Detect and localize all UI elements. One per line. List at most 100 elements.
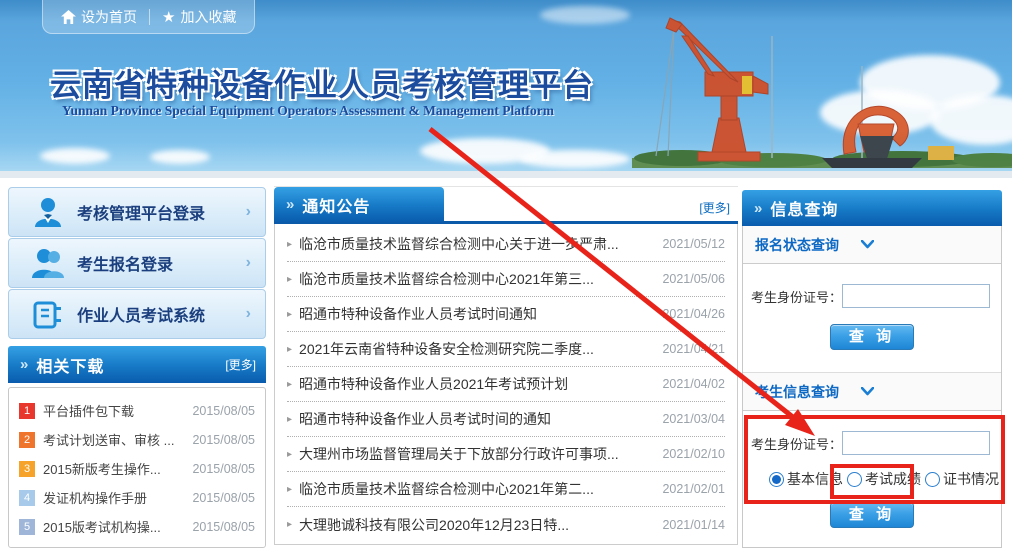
radio-certificate-status[interactable]: 证书情况	[925, 469, 999, 489]
banner: 设为首页 ★ 加入收藏 云南省特种设备作业人员考核管理平台 Yunnan Pro…	[0, 0, 1012, 178]
download-item-date: 2015/08/05	[192, 491, 255, 505]
section-title: 考生信息查询	[755, 382, 839, 402]
set-home-label: 设为首页	[81, 7, 137, 27]
notices-list: ▸ 临沧市质量技术监督综合检测中心关于进一步严肃... 2021/05/12 ▸…	[274, 224, 738, 545]
notice-item-date: 2021/02/10	[652, 447, 725, 461]
notice-item-date: 2021/04/26	[652, 307, 725, 321]
download-item[interactable]: 2 考试计划送审、审核 ... 2015/08/05	[9, 425, 265, 454]
login-button-label: 作业人员考试系统	[77, 302, 205, 326]
notice-item-title: 临沧市质量技术监督综合检测中心2021年第三...	[299, 269, 594, 289]
site-title: 云南省特种设备作业人员考核管理平台	[50, 60, 594, 105]
chevron-down-icon	[861, 387, 874, 396]
rank-badge: 1	[19, 403, 35, 419]
notices-tab[interactable]: » 通知公告	[274, 187, 444, 222]
person-icon	[31, 197, 65, 227]
people-icon	[31, 248, 65, 278]
notice-item-title: 临沧市质量技术监督综合检测中心关于进一步严肃...	[299, 234, 619, 254]
notice-item[interactable]: ▸ 临沧市质量技术监督综合检测中心关于进一步严肃... 2021/05/12	[287, 227, 725, 262]
notices-title: 通知公告	[302, 193, 370, 217]
crane-illustration	[612, 6, 1012, 172]
id-number-label: 考生身份证号：	[751, 287, 842, 306]
notice-item[interactable]: ▸ 大理驰诚科技有限公司2020年12月23日特... 2021/01/14	[287, 507, 725, 542]
notice-item[interactable]: ▸ 昭通市特种设备作业人员2021年考试预计划 2021/04/02	[287, 367, 725, 402]
downloads-more-link[interactable]: [更多]	[225, 356, 256, 373]
login-button-candidate-registration[interactable]: 考生报名登录 ›	[8, 238, 266, 288]
downloads-list: 1 平台插件包下载 2015/08/05 2 考试计划送审、审核 ... 201…	[8, 387, 266, 548]
exam-system-icon	[31, 299, 65, 329]
download-item-date: 2015/08/05	[192, 404, 255, 418]
section-title: 报名状态查询	[755, 235, 839, 255]
registration-status-query-form: 考生身份证号： 查 询	[743, 264, 1001, 373]
query-button[interactable]: 查 询	[830, 502, 914, 528]
download-item[interactable]: 3 2015新版考生操作... 2015/08/05	[9, 454, 265, 483]
radio-circle-icon	[769, 472, 784, 487]
rank-badge: 3	[19, 461, 35, 477]
double-arrow-icon: »	[20, 356, 28, 373]
add-favorite-link[interactable]: ★ 加入收藏	[162, 7, 236, 27]
notice-item-date: 2021/03/04	[652, 412, 725, 426]
notice-item-title: 大理驰诚科技有限公司2020年12月23日特...	[299, 515, 569, 535]
info-query-title: 信息查询	[770, 196, 838, 220]
login-button-assessment-platform[interactable]: 考核管理平台登录 ›	[8, 187, 266, 237]
candidate-info-query-form: 考生身份证号： 基本信息 考试成绩 证书情况	[743, 411, 1001, 528]
login-button-exam-system[interactable]: 作业人员考试系统 ›	[8, 289, 266, 339]
downloads-header: » 相关下载 [更多]	[8, 346, 266, 383]
bullet-icon: ▸	[287, 379, 292, 390]
notice-item-title: 昭通市特种设备作业人员考试时间通知	[299, 304, 537, 324]
download-item[interactable]: 4 发证机构操作手册 2015/08/05	[9, 483, 265, 512]
registration-status-section-toggle[interactable]: 报名状态查询	[743, 226, 1001, 264]
notice-item-date: 2021/05/12	[652, 237, 725, 251]
download-item-label: 考试计划送审、审核 ...	[43, 430, 174, 449]
notice-item-title: 大理州市场监督管理局关于下放部分行政许可事项...	[299, 444, 619, 464]
download-item[interactable]: 5 2015版考试机构操... 2015/08/05	[9, 512, 265, 541]
notice-item[interactable]: ▸ 大理州市场监督管理局关于下放部分行政许可事项... 2021/02/10	[287, 437, 725, 472]
candidate-info-section-toggle[interactable]: 考生信息查询	[743, 373, 1001, 411]
notices-header: » 通知公告 [更多]	[274, 186, 738, 224]
bullet-icon: ▸	[287, 274, 292, 285]
download-item-label: 2015版考试机构操...	[43, 517, 161, 536]
id-number-input[interactable]	[842, 284, 990, 308]
downloads-title: 相关下载	[36, 353, 104, 377]
notice-item[interactable]: ▸ 临沧市质量技术监督综合检测中心2021年第二... 2021/02/01	[287, 472, 725, 507]
notice-item-title: 2021年云南省特种设备安全检测研究院二季度...	[299, 339, 594, 359]
query-button[interactable]: 查 询	[830, 324, 914, 350]
info-query-header: » 信息查询	[742, 190, 1002, 226]
cloud	[40, 148, 110, 164]
chevron-right-icon: ›	[246, 305, 251, 323]
notice-item-date: 2021/04/21	[652, 342, 725, 356]
radio-label: 基本信息	[787, 469, 843, 489]
set-home-link[interactable]: 设为首页	[61, 7, 137, 27]
chevron-right-icon: ›	[246, 254, 251, 272]
chevron-down-icon	[861, 240, 874, 249]
notice-item[interactable]: ▸ 临沧市质量技术监督综合检测中心2021年第三... 2021/05/06	[287, 262, 725, 297]
left-sidebar: 考核管理平台登录 › 考生报名登录 › 作业人员考试系统 › » 相关下载 [更…	[8, 187, 266, 340]
notice-item[interactable]: ▸ 昭通市特种设备作业人员考试时间通知 2021/04/26	[287, 297, 725, 332]
add-favorite-label: 加入收藏	[180, 7, 236, 27]
radio-basic-info[interactable]: 基本信息	[769, 469, 843, 489]
home-icon	[61, 10, 76, 24]
notice-item[interactable]: ▸ 昭通市特种设备作业人员考试时间的通知 2021/03/04	[287, 402, 725, 437]
bullet-icon: ▸	[287, 484, 292, 495]
download-item-date: 2015/08/05	[192, 433, 255, 447]
rank-badge: 4	[19, 490, 35, 506]
rank-badge: 5	[19, 519, 35, 535]
id-number-input[interactable]	[842, 431, 990, 455]
chevron-right-icon: ›	[246, 203, 251, 221]
info-query-panel: » 信息查询 报名状态查询 考生身份证号： 查 询 考生信息查询	[742, 190, 1002, 548]
notice-item-title: 临沧市质量技术监督综合检测中心2021年第二...	[299, 479, 594, 499]
download-item-date: 2015/08/05	[192, 462, 255, 476]
notice-item-date: 2021/05/06	[652, 272, 725, 286]
radio-label: 证书情况	[943, 469, 999, 489]
notice-item-title: 昭通市特种设备作业人员考试时间的通知	[299, 409, 551, 429]
notice-item[interactable]: ▸ 2021年云南省特种设备安全检测研究院二季度... 2021/04/21	[287, 332, 725, 367]
notices-more-link[interactable]: [更多]	[699, 199, 730, 216]
quick-links-tab: 设为首页 ★ 加入收藏	[42, 0, 255, 34]
radio-label: 考试成绩	[865, 469, 921, 489]
bullet-icon: ▸	[287, 344, 292, 355]
info-query-body: 报名状态查询 考生身份证号： 查 询 考生信息查询	[742, 226, 1002, 548]
download-item-label: 2015新版考生操作...	[43, 459, 161, 478]
download-item[interactable]: 1 平台插件包下载 2015/08/05	[9, 396, 265, 425]
radio-exam-score[interactable]: 考试成绩	[847, 469, 921, 489]
radio-circle-icon	[925, 472, 940, 487]
notice-item-date: 2021/02/01	[652, 482, 725, 496]
